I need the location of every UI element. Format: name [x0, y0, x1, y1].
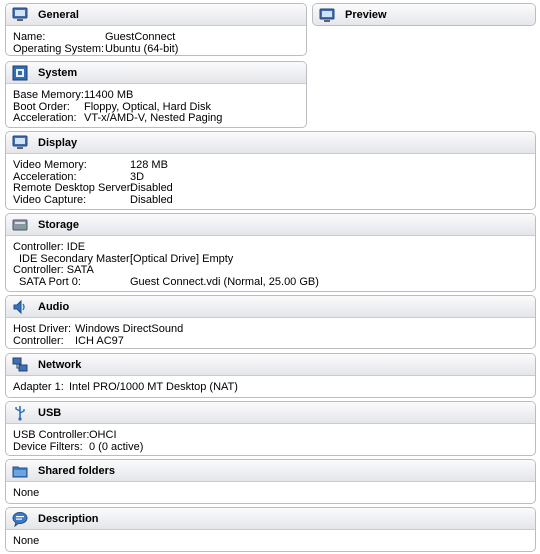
- preview-header[interactable]: Preview: [313, 4, 535, 25]
- shared-folders-header[interactable]: Shared folders: [6, 460, 535, 482]
- chip-icon: [9, 62, 31, 84]
- display-header[interactable]: Display: [6, 132, 535, 154]
- shared-folders-title: Shared folders: [38, 464, 116, 477]
- storage-row-controller-ide: Controller: IDE: [13, 241, 86, 253]
- storage-header[interactable]: Storage: [6, 214, 535, 236]
- shared-folders-row: None: [13, 487, 40, 499]
- usb-header[interactable]: USB: [6, 402, 535, 424]
- general-section: General Name: GuestConnect Operating Syst…: [5, 3, 307, 56]
- hard-disk-icon: [9, 214, 31, 236]
- storage-title: Storage: [38, 218, 79, 231]
- speech-bubble-icon: [9, 508, 31, 530]
- display-row-rdp: Remote Desktop Server: Disabled: [13, 182, 173, 195]
- audio-title: Audio: [38, 300, 70, 313]
- description-title: Description: [38, 512, 99, 525]
- display-title: Display: [38, 136, 78, 149]
- system-title: System: [38, 66, 78, 79]
- general-row-os: Operating System: Ubuntu (64-bit): [13, 42, 179, 55]
- audio-row-driver: Host Driver: Windows DirectSound: [13, 323, 184, 335]
- usb-title: USB: [38, 406, 62, 419]
- audio-row-controller: Controller: ICH AC97: [13, 334, 124, 347]
- storage-row-sata-port: SATA Port 0: Guest Connect.vdi (Normal, 2…: [19, 275, 319, 288]
- usb-row-controller: USB Controller: OHCI: [13, 429, 117, 441]
- speaker-icon: [9, 296, 31, 318]
- network-section: Network Adapter 1: Intel PRO/1000 MT Desk…: [5, 353, 536, 398]
- network-title: Network: [38, 358, 82, 371]
- folder-icon: [9, 460, 31, 482]
- description-row: None: [13, 535, 40, 547]
- preview-section: Preview: [312, 3, 536, 26]
- audio-section: Audio Host Driver: Windows DirectSound Co…: [5, 295, 536, 349]
- display-row-capture: Video Capture: Disabled: [13, 193, 173, 206]
- usb-section: USB USB Controller: OHCI Device Filters: 0…: [5, 401, 536, 456]
- usb-row-filters: Device Filters: 0 (0 active): [13, 440, 144, 453]
- network-header[interactable]: Network: [6, 354, 535, 376]
- network-icon: [9, 354, 31, 376]
- description-header[interactable]: Description: [6, 508, 535, 530]
- storage-section: Storage Controller: IDE IDE Secondary Ma…: [5, 213, 536, 292]
- display-section: Display Video Memory: 128 MB Acceleration…: [5, 131, 536, 210]
- audio-header[interactable]: Audio: [6, 296, 535, 318]
- system-row-accel: Acceleration: VT-x/AMD-V, Nested Paging: [13, 112, 223, 125]
- display-row-vram: Video Memory: 128 MB: [13, 159, 168, 171]
- display-icon: [9, 132, 31, 154]
- monitor-icon: [316, 4, 338, 25]
- general-row-name: Name: GuestConnect: [13, 31, 176, 43]
- description-section: Description None: [5, 507, 536, 552]
- system-row-memory: Base Memory: 11400 MB: [13, 89, 134, 101]
- system-section: System Base Memory: 11400 MB Boot Order: F…: [5, 61, 307, 128]
- shared-folders-section: Shared folders None: [5, 459, 536, 504]
- network-row-adapter: Adapter 1: Intel PRO/1000 MT Desktop (NAT…: [13, 381, 238, 393]
- general-title: General: [38, 8, 79, 21]
- usb-icon: [9, 402, 31, 424]
- system-header[interactable]: System: [6, 62, 306, 84]
- monitor-icon: [9, 4, 31, 26]
- general-header[interactable]: General: [6, 4, 306, 26]
- preview-title: Preview: [345, 9, 387, 21]
